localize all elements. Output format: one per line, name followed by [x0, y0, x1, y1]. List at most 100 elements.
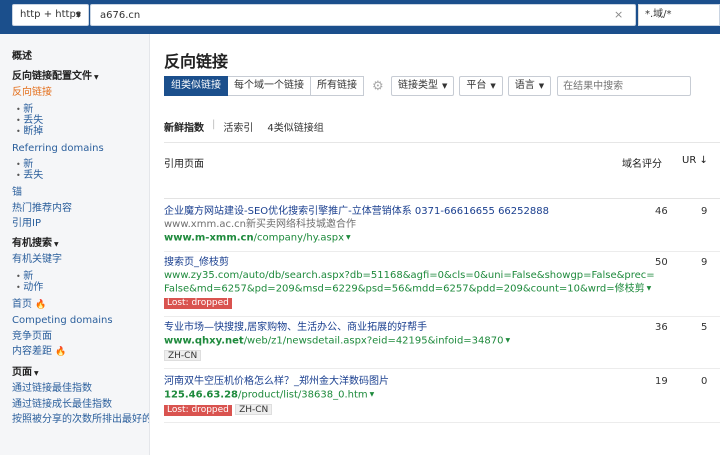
sidebar-item-competing-domains[interactable]: Competing domains: [12, 313, 149, 329]
tab-fresh-index[interactable]: 新鲜指数: [164, 119, 204, 134]
sidebar-item-keywords-movements[interactable]: 动作: [12, 282, 149, 293]
sidebar-item-best-by-links-growth[interactable]: 通过链接成长最佳指数: [12, 397, 149, 413]
sidebar-item-competing-pages[interactable]: 竞争页面: [12, 329, 149, 345]
row-dr: 19: [655, 376, 668, 387]
chevron-down-icon: ▼: [538, 82, 545, 90]
divider: [164, 422, 720, 423]
sidebar-item-label: 内容差距: [12, 346, 52, 357]
row-url-link-continued[interactable]: False&md=6257&pd=209&msd=6229&psd=56&mdd…: [164, 282, 720, 296]
table-row: 专业市场—快搜搜,居家购物、生活办公、商业拓展的好帮手 www.qhxy.net…: [164, 321, 720, 361]
language-label: 语言: [514, 80, 535, 91]
sidebar-item-organic-search[interactable]: 有机搜索 ▼: [12, 236, 149, 253]
sidebar-item-organic-keywords[interactable]: 有机关键字: [12, 252, 149, 268]
row-url-domain: www.qhxy.net: [164, 335, 244, 347]
main-panel: 反向链接 组类似链接 每个域一个链接 所有链接 ⚙ 链接类型 ▼ 平台 ▼ 语言 ▼ …: [150, 34, 720, 455]
row-url-link[interactable]: 125.46.63.28/product/list/38638_0.htm ▼: [164, 388, 720, 402]
mode-select[interactable]: *.域/*: [638, 4, 720, 26]
sidebar-item-anchors[interactable]: 锚: [12, 185, 149, 201]
sidebar-item-label: 首页: [12, 298, 32, 310]
clear-icon[interactable]: ×: [614, 8, 623, 21]
divider: [164, 316, 720, 317]
filter-bar: 组类似链接 每个域一个链接 所有链接 ⚙ 链接类型 ▼ 平台 ▼ 语言 ▼: [164, 76, 692, 96]
mode-label: *.域/*: [645, 9, 672, 20]
divider: [164, 251, 720, 252]
chevron-down-icon: ▼: [490, 82, 496, 90]
similar-groups-count: 4类似链接组: [267, 123, 324, 134]
row-url-domain: 125.46.63.28: [164, 389, 239, 401]
sidebar-item-pages[interactable]: 页面 ▼: [12, 365, 149, 382]
status-badge: Lost: dropped: [164, 297, 232, 309]
row-title-link[interactable]: 企业魔方网站建设-SEO优化搜索引擎推广-立体营销体系 0371-6661665…: [164, 205, 720, 218]
sidebar-item-top-content[interactable]: 热门推荐内容: [12, 201, 149, 217]
sidebar-item-label: 有机搜索: [12, 237, 52, 249]
row-title-link[interactable]: 专业市场—快搜搜,居家购物、生活办公、商业拓展的好帮手: [164, 321, 720, 334]
sidebar-item-top-pages[interactable]: 首页 🔥: [12, 297, 149, 314]
table-row: 搜索页_修枝剪 www.zy35.com/auto/db/search.aspx…: [164, 256, 720, 309]
chevron-down-icon: ▼: [94, 73, 99, 81]
tab-separator: |: [212, 119, 216, 130]
language-dropdown[interactable]: 语言 ▼: [507, 76, 552, 96]
sidebar-item-refdomains-lost[interactable]: 丢失: [12, 170, 149, 181]
sidebar-item-best-by-links[interactable]: 通过链接最佳指数: [12, 381, 149, 397]
results-search-input[interactable]: [557, 76, 692, 96]
divider: [164, 198, 720, 199]
row-title-link[interactable]: 河南双牛空压机价格怎么样？_郑州金大洋数码图片: [164, 375, 720, 388]
row-url-path: False&md=6257&pd=209&msd=6229&psd=56&mdd…: [164, 283, 645, 295]
sidebar-item-backlinks-lost[interactable]: 丢失: [12, 115, 149, 126]
row-ur: 0: [701, 376, 708, 387]
protocol-select[interactable]: http + https ▼: [12, 4, 89, 26]
sidebar: 概述 反向链接配置文件▼ 反向链接 新 丢失 断掉 Referring doma…: [0, 34, 150, 455]
sidebar-item-backlinks[interactable]: 反向链接: [12, 85, 149, 101]
page-title: 反向链接: [164, 52, 229, 71]
row-url-path: /product/list/38638_0.htm: [238, 389, 368, 401]
row-url-domain: www.m-xmm.cn: [164, 232, 254, 244]
column-header-ref-page[interactable]: 引用页面: [164, 155, 204, 170]
fire-icon: 🔥: [55, 347, 67, 357]
sidebar-item-content-gap[interactable]: 内容差距 🔥: [12, 344, 149, 361]
language-badge: ZH-CN: [164, 349, 202, 361]
row-subtitle: www.xmm.ac.cn新买卖网络科技城邀合作: [164, 219, 357, 230]
chevron-down-icon: ▼: [442, 82, 448, 90]
all-links-button[interactable]: 所有链接: [311, 76, 364, 96]
sidebar-item-referring-domains[interactable]: Referring domains: [12, 141, 149, 157]
row-url-link[interactable]: www.zy35.com/auto/db/search.aspx?db=5116…: [164, 269, 720, 282]
chevron-down-icon: ▼: [54, 240, 59, 248]
group-similar-button[interactable]: 组类似链接: [164, 76, 228, 96]
sidebar-item-overview[interactable]: 概述: [12, 49, 149, 65]
platform-dropdown[interactable]: 平台 ▼: [459, 76, 503, 96]
tab-live-index[interactable]: 活索引: [223, 119, 253, 134]
row-url-path: /company/hy.aspx: [253, 232, 345, 244]
status-badge: Lost: dropped: [164, 404, 232, 416]
platform-label: 平台: [466, 80, 487, 91]
chevron-down-icon[interactable]: ▼: [370, 391, 375, 398]
top-bar: http + https ▼ × *.域/*: [0, 0, 720, 34]
sidebar-item-backlinks-new[interactable]: 新: [12, 104, 149, 115]
row-url-link[interactable]: www.qhxy.net/web/z1/newsdetail.aspx?eid=…: [164, 334, 720, 348]
chevron-down-icon[interactable]: ▼: [647, 285, 652, 292]
url-input[interactable]: [90, 4, 636, 26]
column-header-dr[interactable]: 域名评分: [622, 155, 662, 170]
sidebar-item-backlink-profile[interactable]: 反向链接配置文件 ▼: [12, 69, 149, 86]
row-title-link[interactable]: 搜索页_修枝剪: [164, 256, 720, 269]
chevron-down-icon[interactable]: ▼: [506, 337, 511, 344]
row-dr: 46: [655, 206, 668, 217]
sidebar-item-backlinks-broken[interactable]: 断掉: [12, 126, 149, 137]
sidebar-item-top-by-shares[interactable]: 按照被分享的次数所排出最好的: [12, 412, 149, 428]
sidebar-item-keywords-new[interactable]: 新: [12, 271, 149, 282]
row-ur: 5: [701, 322, 708, 333]
gear-icon[interactable]: ⚙: [372, 79, 386, 94]
sidebar-item-refdomains-new[interactable]: 新: [12, 159, 149, 170]
one-per-domain-button[interactable]: 每个域一个链接: [228, 76, 311, 96]
index-tabs: 新鲜指数 | 活索引 4类似链接组: [164, 119, 338, 134]
row-url-path: /web/z1/newsdetail.aspx?eid=42195&infoid…: [243, 335, 504, 347]
table-row: 河南双牛空压机价格怎么样？_郑州金大洋数码图片 125.46.63.28/pro…: [164, 375, 720, 416]
link-type-dropdown[interactable]: 链接类型 ▼: [391, 76, 455, 96]
sidebar-item-referring-ips[interactable]: 引用IP: [12, 216, 149, 232]
column-header-ur[interactable]: UR ↓: [682, 155, 708, 166]
divider: [164, 142, 720, 143]
chevron-down-icon[interactable]: ▼: [346, 234, 351, 241]
chevron-down-icon: ▼: [34, 369, 39, 377]
row-url-link[interactable]: www.m-xmm.cn/company/hy.aspx ▼: [164, 231, 720, 245]
language-badge: ZH-CN: [235, 403, 273, 415]
row-dr: 36: [655, 322, 668, 333]
